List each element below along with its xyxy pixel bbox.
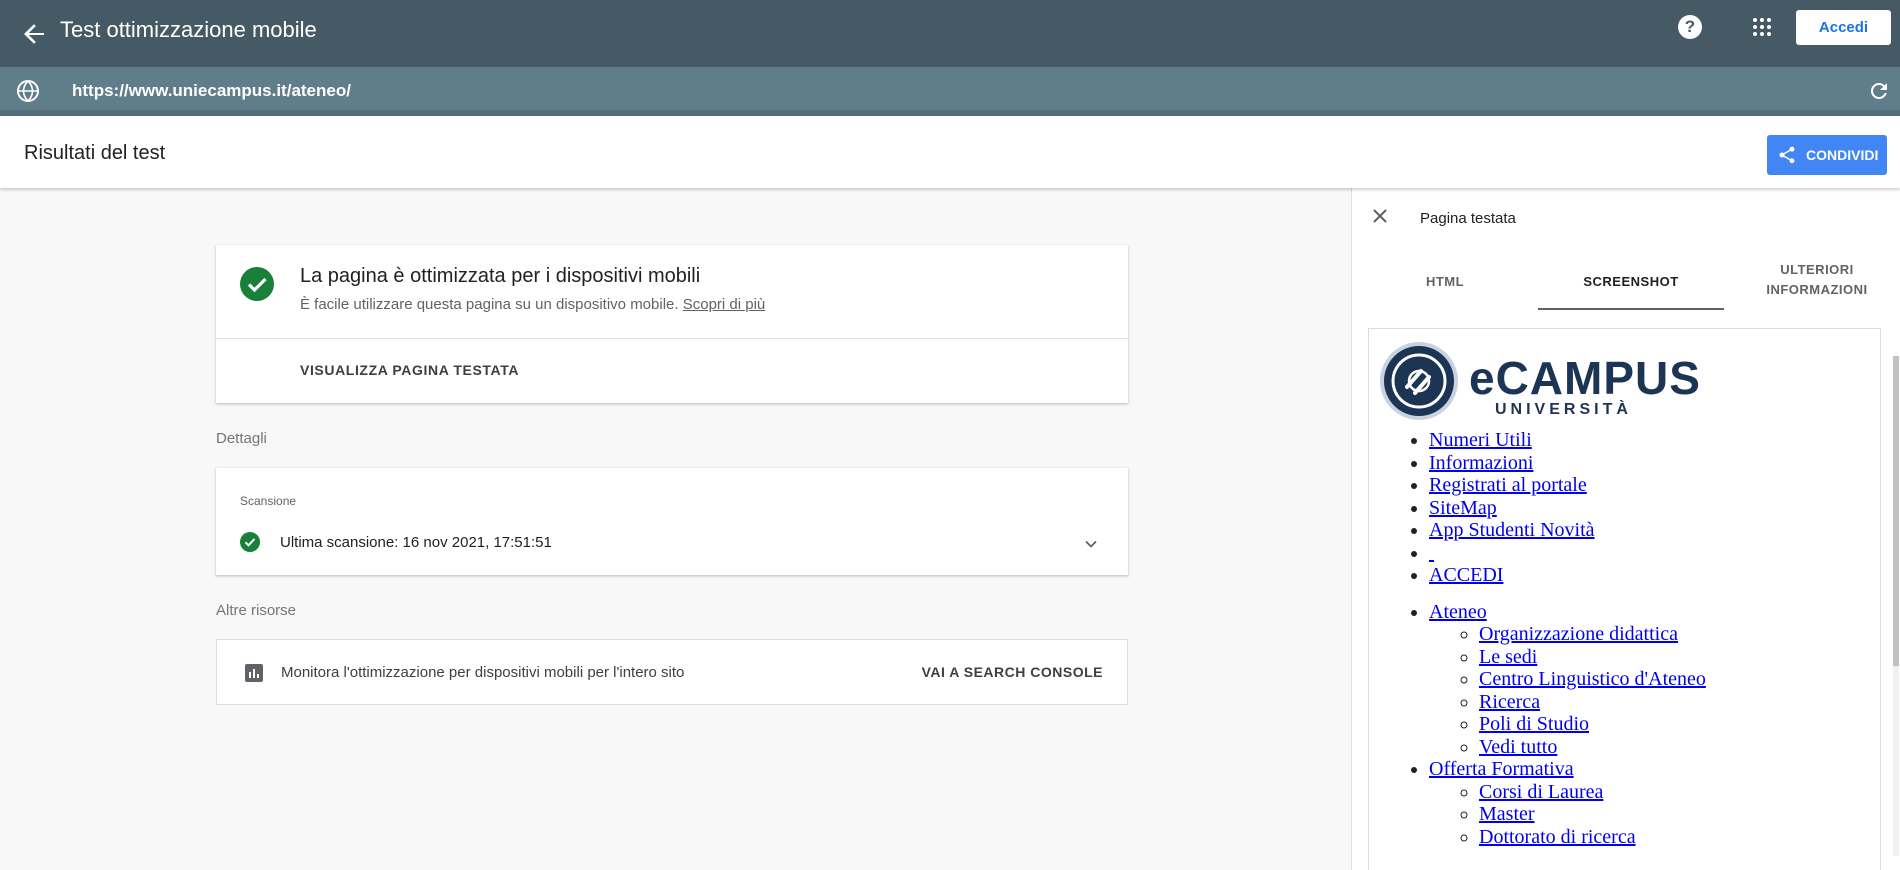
panel-title: Pagina testata xyxy=(1420,210,1516,227)
site-link[interactable]: Numeri Utili xyxy=(1429,429,1532,451)
site-menu-main: Ateneo Organizzazione didattica Le sedi … xyxy=(1369,601,1880,849)
list-item xyxy=(1429,542,1880,565)
site-link[interactable] xyxy=(1429,542,1434,564)
submenu: Corsi di Laurea Master Dottorato di rice… xyxy=(1429,781,1880,849)
globe-icon xyxy=(17,79,39,103)
site-link[interactable]: Centro Linguistico d'Ateneo xyxy=(1479,668,1706,690)
list-item: Offerta Formativa Corsi di Laurea Master… xyxy=(1429,758,1880,848)
list-item: SiteMap xyxy=(1429,497,1880,520)
app-header: Test ottimizzazione mobile ? Accedi xyxy=(0,0,1900,67)
resources-section-label: Altre risorse xyxy=(216,602,297,619)
list-item: Organizzazione didattica xyxy=(1479,623,1880,646)
list-item: ACCEDI xyxy=(1429,564,1880,587)
url-bar: https://www.uniecampus.it/ateneo/ xyxy=(0,67,1900,116)
submenu: Organizzazione didattica Le sedi Centro … xyxy=(1429,623,1880,758)
results-header: Risultati del test CONDIVIDI xyxy=(0,116,1900,188)
site-link[interactable]: Corsi di Laurea xyxy=(1479,781,1603,803)
tab-screenshot-label: SCREENSHOT xyxy=(1583,274,1679,289)
site-link[interactable]: Vedi tutto xyxy=(1479,736,1557,758)
details-section-label: Dettagli xyxy=(216,430,267,447)
tab-more-info-line1: ULTERIORI xyxy=(1780,262,1854,277)
chevron-down-icon[interactable] xyxy=(1082,535,1100,553)
ecampus-emblem-icon xyxy=(1380,342,1458,420)
crawl-details-card[interactable]: Scansione Ultima scansione: 16 nov 2021,… xyxy=(216,468,1128,575)
sign-in-button[interactable]: Accedi xyxy=(1796,10,1891,45)
search-console-card: Monitora l'ottimizzazione per dispositiv… xyxy=(216,639,1128,705)
crawl-label: Scansione xyxy=(240,494,297,508)
site-link[interactable]: Ateneo xyxy=(1429,601,1487,623)
crawl-check-icon xyxy=(240,532,260,552)
ecampus-logo: eCAMPUS UNIVERSITÀ xyxy=(1377,339,1700,429)
result-card: La pagina è ottimizzata per i dispositiv… xyxy=(216,245,1128,403)
apps-grid-icon[interactable] xyxy=(1752,17,1772,37)
logo-sub-text: UNIVERSITÀ xyxy=(1495,401,1632,418)
list-item: Ateneo Organizzazione didattica Le sedi … xyxy=(1429,601,1880,759)
list-item: Dottorato di ricerca xyxy=(1479,826,1880,849)
site-link[interactable]: ACCEDI xyxy=(1429,564,1503,586)
page-title: Risultati del test xyxy=(24,142,166,164)
refresh-icon[interactable] xyxy=(1867,79,1891,103)
site-link[interactable]: Le sedi xyxy=(1479,646,1537,668)
list-item: Numeri Utili xyxy=(1429,429,1880,452)
site-menu: Numeri Utili Informazioni Registrati al … xyxy=(1369,429,1880,848)
site-link[interactable]: Ricerca xyxy=(1479,691,1540,713)
site-link[interactable]: Master xyxy=(1479,803,1535,825)
site-link[interactable]: Registrati al portale xyxy=(1429,474,1587,496)
site-link[interactable]: Informazioni xyxy=(1429,452,1533,474)
site-link[interactable]: SiteMap xyxy=(1429,497,1497,519)
page-screenshot: eCAMPUS UNIVERSITÀ Numeri Utili Informaz… xyxy=(1368,328,1881,870)
share-label: CONDIVIDI xyxy=(1806,147,1879,163)
share-button[interactable]: CONDIVIDI xyxy=(1767,135,1887,175)
list-item: Le sedi xyxy=(1479,646,1880,669)
result-description: È facile utilizzare questa pagina su un … xyxy=(300,296,679,313)
list-item: Registrati al portale xyxy=(1429,474,1880,497)
list-item: Ricerca xyxy=(1479,691,1880,714)
panel-tabs: HTML SCREENSHOT ULTERIORI INFORMAZIONI xyxy=(1352,250,1900,310)
last-crawl-text: Ultima scansione: 16 nov 2021, 17:51:51 xyxy=(280,534,552,551)
close-icon[interactable] xyxy=(1370,206,1390,226)
site-link[interactable]: Dottorato di ricerca xyxy=(1479,826,1636,848)
list-item: Vedi tutto xyxy=(1479,736,1880,759)
site-link[interactable]: App Studenti Novità xyxy=(1429,519,1595,541)
site-menu-top: Numeri Utili Informazioni Registrati al … xyxy=(1369,429,1880,587)
view-tested-page-button[interactable]: VISUALIZZA PAGINA TESTATA xyxy=(300,362,519,378)
site-link[interactable]: Organizzazione didattica xyxy=(1479,623,1678,645)
result-subtext: È facile utilizzare questa pagina su un … xyxy=(300,296,765,313)
tab-screenshot[interactable]: SCREENSHOT xyxy=(1538,250,1724,310)
tab-more-info[interactable]: ULTERIORI INFORMAZIONI xyxy=(1724,250,1900,310)
list-item: Master xyxy=(1479,803,1880,826)
help-icon[interactable]: ? xyxy=(1678,15,1702,39)
list-item: Centro Linguistico d'Ateneo xyxy=(1479,668,1880,691)
list-item: App Studenti Novità xyxy=(1429,519,1880,542)
tested-page-panel: Pagina testata HTML SCREENSHOT ULTERIORI… xyxy=(1351,188,1900,870)
learn-more-link[interactable]: Scopri di più xyxy=(683,296,766,313)
success-check-icon xyxy=(240,267,274,301)
tab-more-info-line2: INFORMAZIONI xyxy=(1766,282,1868,297)
list-item: Poli di Studio xyxy=(1479,713,1880,736)
site-link[interactable]: Poli di Studio xyxy=(1479,713,1589,735)
back-arrow-icon[interactable] xyxy=(14,14,54,54)
logo-brand-text: eCAMPUS xyxy=(1469,352,1701,404)
tab-html[interactable]: HTML xyxy=(1352,250,1538,310)
monitor-text: Monitora l'ottimizzazione per dispositiv… xyxy=(281,664,685,681)
tab-html-label: HTML xyxy=(1425,274,1465,289)
divider xyxy=(216,338,1128,339)
app-title: Test ottimizzazione mobile xyxy=(60,17,317,42)
share-icon xyxy=(1779,146,1795,164)
list-item: Corsi di Laurea xyxy=(1479,781,1880,804)
result-headline: La pagina è ottimizzata per i dispositiv… xyxy=(300,265,701,287)
search-console-link[interactable]: VAI A SEARCH CONSOLE xyxy=(922,664,1103,680)
panel-scrollbar-thumb[interactable] xyxy=(1893,356,1899,666)
site-link[interactable]: Offerta Formativa xyxy=(1429,758,1574,780)
list-item: Informazioni xyxy=(1429,452,1880,475)
bar-chart-icon xyxy=(245,664,263,682)
tested-url[interactable]: https://www.uniecampus.it/ateneo/ xyxy=(72,81,351,101)
